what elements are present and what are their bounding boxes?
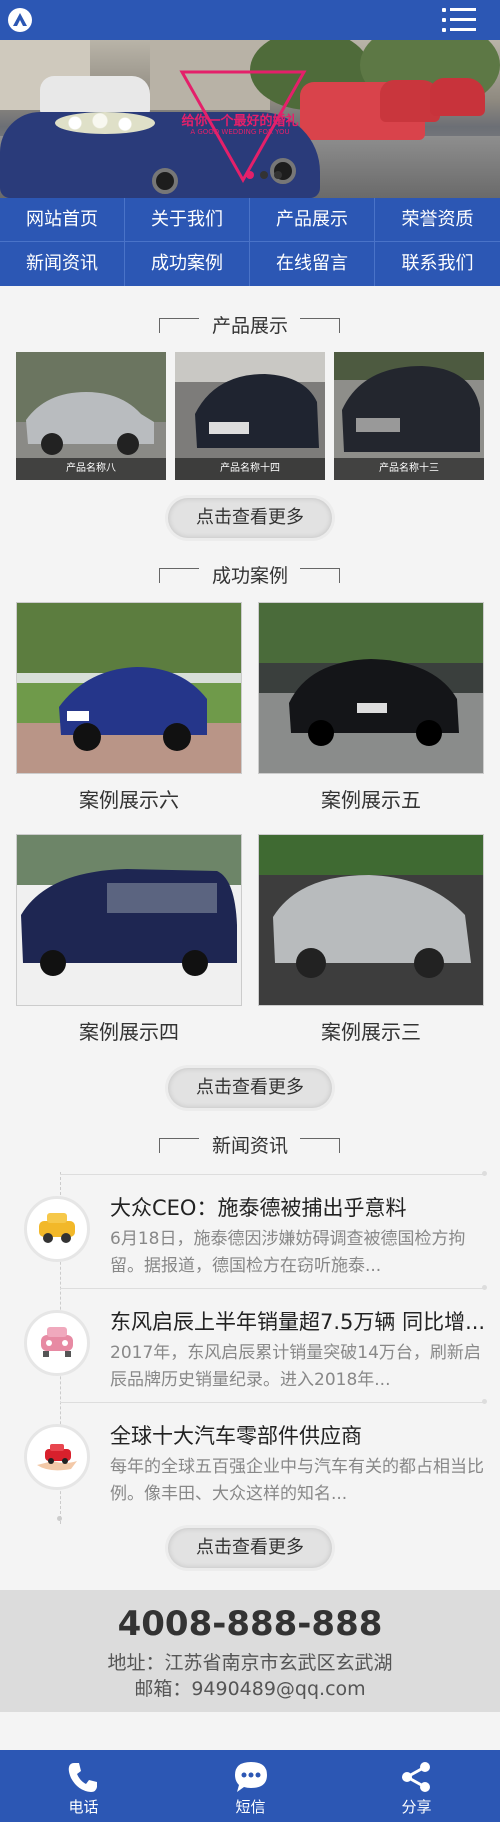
case-label: 案例展示三 bbox=[321, 1020, 421, 1044]
taxi-icon bbox=[24, 1196, 90, 1262]
divider bbox=[60, 1402, 484, 1403]
bottom-toolbar: 电话 短信 分享 bbox=[0, 1750, 500, 1822]
timeline-end-dot bbox=[57, 1516, 62, 1521]
hero-banner[interactable]: 给你一个最好的婚礼 A GOOD WEDDING FOR YOU bbox=[0, 40, 500, 198]
news-item[interactable]: 大众CEO：施泰德被捕出乎意料 6月18日，施泰德因涉嫌妨碍调查被德国检方拘留。… bbox=[0, 1171, 500, 1288]
divider bbox=[60, 1288, 484, 1289]
hotline-number[interactable]: 4008-888-888 bbox=[0, 1604, 500, 1644]
divider bbox=[60, 1174, 484, 1175]
share-label: 分享 bbox=[401, 1798, 432, 1816]
email-text[interactable]: 邮箱：9490489@qq.com bbox=[0, 1674, 500, 1701]
banner-car bbox=[430, 78, 485, 116]
toy-car-hand-icon bbox=[24, 1424, 90, 1490]
carousel-dot-2[interactable] bbox=[260, 171, 268, 179]
call-label: 电话 bbox=[68, 1798, 99, 1816]
nav-item-cases[interactable]: 成功案例 bbox=[125, 242, 250, 286]
share-icon bbox=[402, 1762, 430, 1792]
case-image bbox=[258, 834, 484, 1006]
nav-item-news[interactable]: 新闻资讯 bbox=[0, 242, 125, 286]
news-description: 2017年，东风启辰累计销量突破14万台，刷新启辰品牌历史销量纪录。进入2018… bbox=[110, 1343, 481, 1390]
news-description: 6月18日，施泰德因涉嫌妨碍调查被德国检方拘留。据报道，德国检方在窃听施泰... bbox=[110, 1229, 466, 1276]
product-card[interactable]: 产品名称十四 bbox=[175, 352, 325, 480]
product-card[interactable]: 产品名称八 bbox=[16, 352, 166, 480]
car-front-icon bbox=[24, 1310, 90, 1376]
hamburger-menu-icon[interactable] bbox=[442, 8, 476, 32]
products-section-title: 产品展示 bbox=[0, 312, 500, 340]
case-image bbox=[16, 602, 242, 774]
product-caption: 产品名称十三 bbox=[334, 458, 484, 480]
contact-block: 4008-888-888 地址：江苏省南京市玄武区玄武湖 邮箱：9490489@… bbox=[0, 1590, 500, 1712]
cases-section-title: 成功案例 bbox=[0, 562, 500, 590]
carousel-dot-3[interactable] bbox=[274, 171, 282, 179]
news-item[interactable]: 东风启辰上半年销量超7.5万辆 同比增... 2017年，东风启辰累计销量突破1… bbox=[0, 1285, 500, 1402]
case-label: 案例展示四 bbox=[79, 1020, 179, 1044]
case-image bbox=[258, 602, 484, 774]
banner-flowers bbox=[55, 112, 155, 134]
news-title[interactable]: 全球十大汽车零部件供应商 bbox=[110, 1420, 486, 1450]
main-nav: 网站首页 关于我们 产品展示 荣誉资质 新闻资讯 成功案例 在线留言 联系我们 bbox=[0, 198, 500, 286]
address-text: 地址：江苏省南京市玄武区玄武湖 bbox=[107, 1652, 393, 1674]
banner-title: 给你一个最好的婚礼 bbox=[181, 114, 299, 129]
nav-item-about[interactable]: 关于我们 bbox=[125, 198, 250, 242]
nav-item-home[interactable]: 网站首页 bbox=[0, 198, 125, 242]
news-more-button[interactable]: 点击查看更多 bbox=[168, 1528, 332, 1568]
news-title[interactable]: 大众CEO：施泰德被捕出乎意料 bbox=[110, 1192, 486, 1222]
products-more-button[interactable]: 点击查看更多 bbox=[168, 498, 332, 538]
nav-item-contact[interactable]: 联系我们 bbox=[375, 242, 500, 286]
case-label: 案例展示六 bbox=[79, 788, 179, 812]
news-section-title: 新闻资讯 bbox=[0, 1132, 500, 1160]
banner-car bbox=[40, 76, 150, 116]
banner-wheel bbox=[152, 168, 178, 194]
news-description: 每年的全球五百强企业中与汽车有关的都占相当比例。像丰田、大众这样的知名... bbox=[110, 1457, 484, 1504]
banner-subtitle: A GOOD WEDDING FOR YOU bbox=[190, 128, 290, 136]
nav-item-message[interactable]: 在线留言 bbox=[250, 242, 375, 286]
sms-button[interactable]: 短信 bbox=[167, 1750, 334, 1822]
share-button[interactable]: 分享 bbox=[333, 1750, 500, 1822]
cases-more-button[interactable]: 点击查看更多 bbox=[168, 1068, 332, 1108]
news-item[interactable]: 全球十大汽车零部件供应商 每年的全球五百强企业中与汽车有关的都占相当比例。像丰田… bbox=[0, 1399, 500, 1516]
nav-item-honors[interactable]: 荣誉资质 bbox=[375, 198, 500, 242]
section-heading: 产品展示 bbox=[211, 315, 288, 337]
sms-label: 短信 bbox=[235, 1798, 266, 1816]
nav-item-products[interactable]: 产品展示 bbox=[250, 198, 375, 242]
news-title[interactable]: 东风启辰上半年销量超7.5万辆 同比增... bbox=[110, 1306, 486, 1336]
sms-icon bbox=[235, 1762, 267, 1792]
case-label: 案例展示五 bbox=[321, 788, 421, 812]
product-caption: 产品名称八 bbox=[16, 458, 166, 480]
section-heading: 新闻资讯 bbox=[211, 1135, 288, 1157]
section-heading: 成功案例 bbox=[211, 565, 288, 587]
top-bar bbox=[0, 0, 500, 40]
product-card[interactable]: 产品名称十三 bbox=[334, 352, 484, 480]
call-button[interactable]: 电话 bbox=[0, 1750, 167, 1822]
product-caption: 产品名称十四 bbox=[175, 458, 325, 480]
phone-icon bbox=[68, 1763, 97, 1792]
logo-icon[interactable] bbox=[8, 8, 32, 32]
carousel-dot-1[interactable] bbox=[246, 171, 254, 179]
case-image bbox=[16, 834, 242, 1006]
